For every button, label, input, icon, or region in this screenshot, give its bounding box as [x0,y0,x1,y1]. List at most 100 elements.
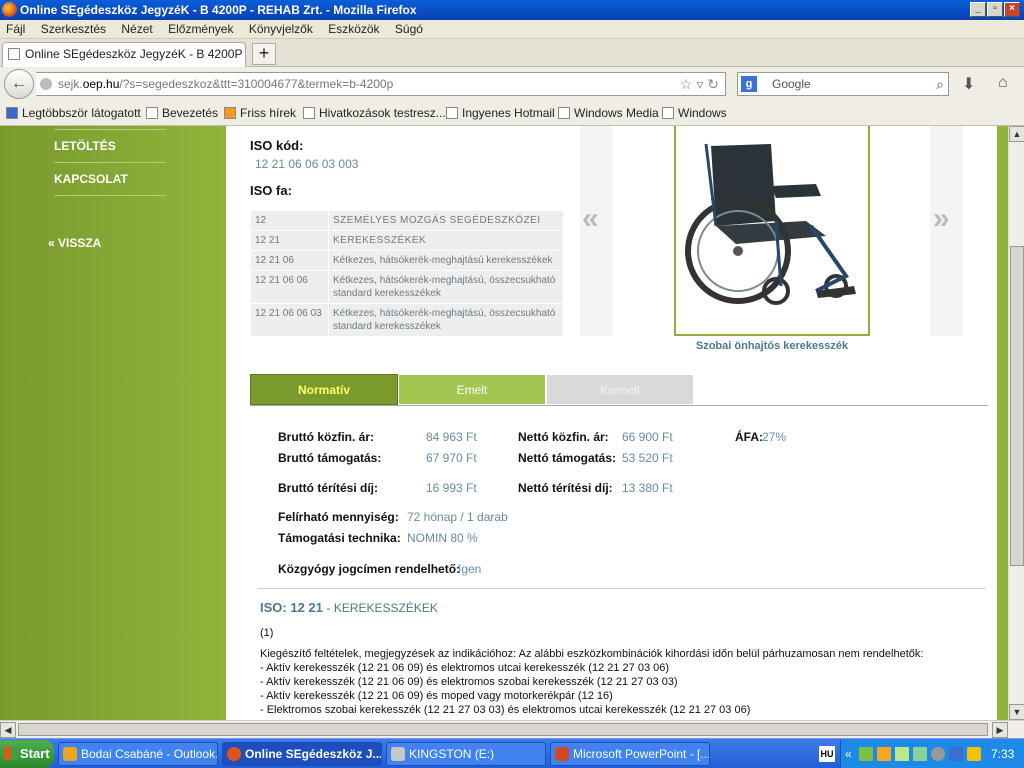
language-indicator[interactable]: HU [819,746,835,762]
close-button[interactable]: × [1004,2,1020,17]
page-icon [446,107,458,119]
scroll-left-icon[interactable]: ◀ [0,722,16,738]
search-input[interactable]: g Google ⌕ [737,72,949,96]
tray-icon[interactable] [895,747,909,761]
powerpoint-icon [555,747,569,761]
price-value: 67 970 Ft [426,451,477,465]
download-icon[interactable]: ⬇ [962,74,975,94]
outlook-icon [63,747,77,761]
iso-section-name: - KEREKESSZÉKEK [326,601,438,615]
maximize-button[interactable]: ▫ [987,2,1003,17]
menu-tools[interactable]: Eszközök [322,20,385,38]
taskbar-item-firefox[interactable]: Online SEgédeszköz J... [222,742,382,766]
page-content: LETÖLTÉS KAPCSOLAT « VISSZA ISO kód: 12 … [0,126,1008,720]
url-bar[interactable]: sejk.oep.hu/?s=segedeszkoz&ttt=310004677… [36,72,726,96]
sidebar [0,126,226,720]
menu-file[interactable]: Fájl [0,20,31,38]
bookmark-star-icon[interactable]: ☆ [680,76,693,92]
note-line: - Aktív kerekesszék (12 21 06 09) és mop… [260,690,613,702]
iso-code-value: 12 21 06 06 03 003 [255,157,359,171]
home-icon[interactable]: ⌂ [998,74,1008,92]
technique-label: Támogatási technika: [278,531,401,545]
page-icon [303,107,315,119]
tab-normativ[interactable]: Normatív [250,374,398,405]
price-label: Nettó közfin. ár: [518,430,609,444]
menu-bar: Fájl Szerkesztés Nézet Előzmények Könyvj… [0,20,1024,39]
taskbar-item-kingston[interactable]: KINGSTON (E:) [386,742,546,766]
tray-expand-icon[interactable]: « [845,740,852,768]
navigation-bar: ← sejk.oep.hu/?s=segedeszkoz&ttt=3100046… [0,67,1024,101]
back-button[interactable]: ← [4,69,34,99]
url-prefix: sejk. [58,77,83,91]
bookmark-item[interactable]: Hivatkozások testresz... [303,106,446,120]
bookmark-item[interactable]: Windows Media [558,106,659,120]
iso-code-label: ISO kód: [250,138,304,153]
iso-link[interactable]: SZEMÉLYES MOZGÁS SEGÉDESZKÖZEI [328,210,564,231]
tab-kiemelt[interactable]: Kiemelt [546,374,694,405]
page-icon [558,107,570,119]
bookmark-item[interactable]: Ingyenes Hotmail [446,106,555,120]
iso-link[interactable]: Kétkezes, hátsókerék-meghajtású kerekess… [328,250,564,271]
windows-logo-icon [4,747,17,760]
next-arrow-icon[interactable]: » [933,202,950,236]
bookmark-item[interactable]: Legtöbbször látogatott [6,106,141,120]
tray-icon[interactable] [949,747,963,761]
price-label: Nettó térítési díj: [518,481,613,495]
iso-tree-table: 12 SZEMÉLYES MOZGÁS SEGÉDESZKÖZEI 12 21 KE… [250,210,564,337]
new-tab-button[interactable]: + [252,43,276,65]
sidebar-item-letoltes[interactable]: LETÖLTÉS [54,139,116,153]
taskbar-item-powerpoint[interactable]: Microsoft PowerPoint - [... [550,742,710,766]
scroll-down-icon[interactable]: ▼ [1009,704,1024,720]
table-row: 12 21 06 06 03 Kétkezes, hátsókerék-megha… [250,303,564,337]
tab-bar: Online SEgédeszköz JegyzéK - B 4200P - R… [0,39,1024,67]
clock[interactable]: 7:33 [991,740,1014,768]
dropdown-arrow-icon[interactable]: ▿ [696,76,703,92]
bookmark-item[interactable]: Friss hírek [224,106,296,120]
start-button[interactable]: Start [0,740,54,768]
security-shield-icon[interactable] [967,747,981,761]
vertical-scrollbar[interactable]: ▲ ▼ [1008,126,1024,720]
menu-history[interactable]: Előzmények [162,20,239,38]
tray-icon[interactable] [859,747,873,761]
prev-arrow-icon[interactable]: « [582,202,599,236]
search-placeholder: Google [772,77,811,91]
menu-view[interactable]: Nézet [115,20,158,38]
iso-link[interactable]: KEREKESSZÉKEK [328,230,564,251]
page-icon [146,107,158,119]
minimize-button[interactable]: _ [970,2,986,17]
g-icon[interactable]: g [741,76,757,92]
scroll-thumb[interactable] [1010,246,1024,566]
iso-section-code: ISO: 12 21 [260,600,323,615]
taskbar-item-outlook[interactable]: Bodai Csabáné - Outlook... [58,742,218,766]
taskbar: Start Bodai Csabáné - Outlook... Online … [0,738,1024,768]
sidebar-divider [54,162,166,163]
back-link[interactable]: « VISSZA [48,236,101,250]
sidebar-item-kapcsolat[interactable]: KAPCSOLAT [54,172,128,186]
tray-icon[interactable] [913,747,927,761]
scroll-up-icon[interactable]: ▲ [1009,126,1024,142]
firefox-icon [227,747,241,761]
horizontal-scrollbar[interactable]: ◀ ▶ [0,720,1024,738]
menu-help[interactable]: Súgó [389,20,429,38]
product-image[interactable] [674,126,870,336]
technique-value: NOMIN 80 % [407,531,478,545]
window-titlebar: Online SEgédeszköz JegyzéK - B 4200P - R… [0,0,1024,20]
hscroll-thumb[interactable] [18,723,988,736]
tray-icon[interactable] [931,747,945,761]
tray-icon[interactable] [877,747,891,761]
search-icon[interactable]: ⌕ [936,73,944,95]
iso-link[interactable]: Kétkezes, hátsókerék-meghajtású, összecs… [328,270,564,304]
menu-edit[interactable]: Szerkesztés [35,20,112,38]
tab-emelt[interactable]: Emelt [398,374,546,405]
bookmark-item[interactable]: Windows [662,106,727,120]
menu-bookmarks[interactable]: Könyvjelzők [243,20,319,38]
iso-link[interactable]: Kétkezes, hátsókerék-meghajtású, összecs… [328,303,564,337]
bookmark-item[interactable]: Bevezetés [146,106,218,120]
scroll-right-icon[interactable]: ▶ [992,722,1008,738]
table-row: 12 21 06 Kétkezes, hátsókerék-meghajtású … [250,250,564,271]
kozgyogy-label: Közgyógy jogcímen rendelhető: [278,562,461,576]
reload-icon[interactable]: ↻ [707,76,719,92]
browser-tab[interactable]: Online SEgédeszköz JegyzéK - B 4200P - R… [2,42,246,67]
price-value: 16 993 Ft [426,481,477,495]
kozgyogy-value: Igen [458,562,482,576]
